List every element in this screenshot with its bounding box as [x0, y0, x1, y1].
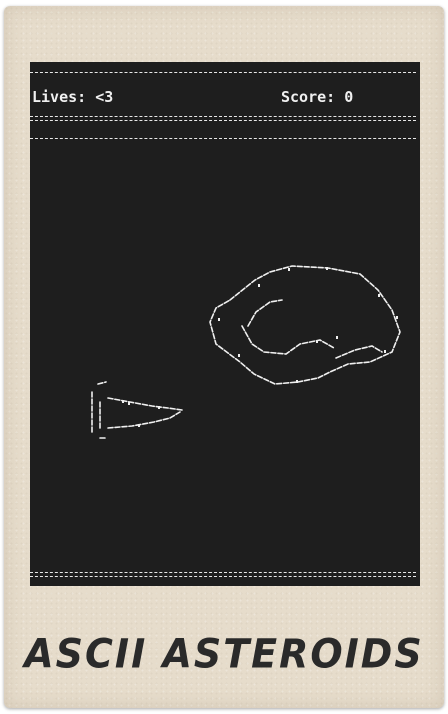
ascii-dots — [122, 267, 398, 427]
polaroid-frame: Lives: <3 Score: 0 ASCII ASTEROIDS — [4, 6, 444, 708]
ship-icon — [91, 381, 183, 439]
game-screen: Lives: <3 Score: 0 — [30, 62, 420, 586]
caption-title: ASCII ASTEROIDS — [24, 630, 424, 678]
playfield-art — [91, 265, 401, 439]
asteroid-icon — [209, 265, 401, 385]
